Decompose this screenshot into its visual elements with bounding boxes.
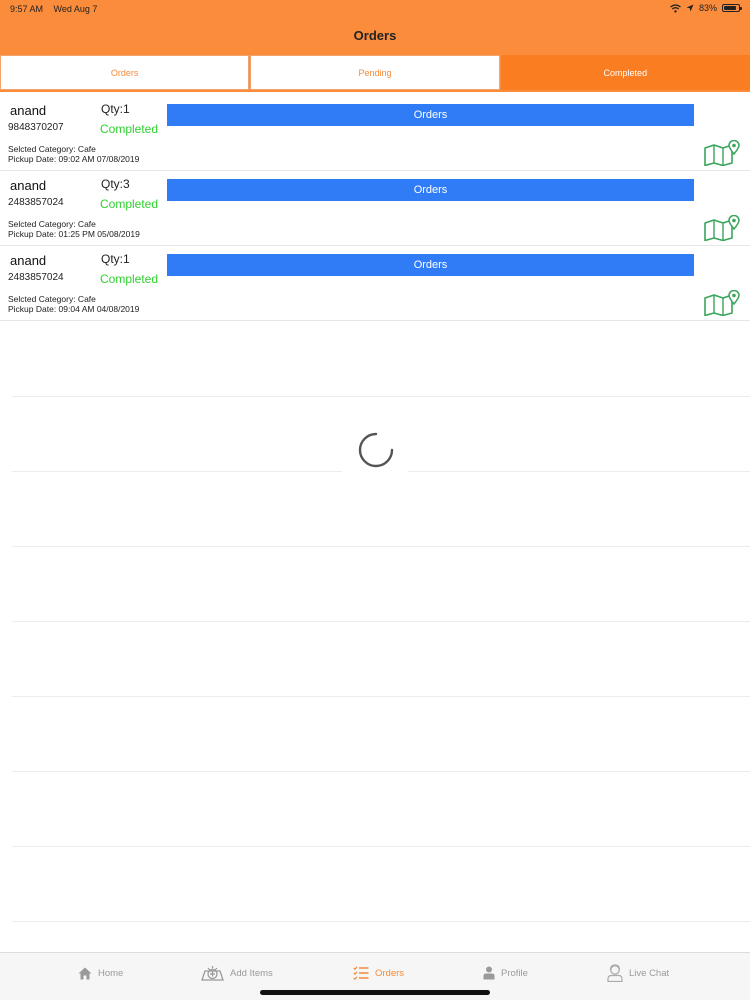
tabbar-label: Profile xyxy=(501,967,528,979)
empty-row-divider xyxy=(12,546,750,547)
status-date: Wed Aug 7 xyxy=(53,4,98,14)
orders-button[interactable]: Orders xyxy=(167,254,694,276)
tabbar-label: Add Items xyxy=(230,967,273,979)
customer-name: anand xyxy=(10,103,47,118)
battery-percent: 83% xyxy=(698,3,717,13)
add-items-icon xyxy=(201,966,224,981)
app-header: 9:57 AM Wed Aug 7 83% Orders xyxy=(0,0,750,54)
selected-category: Selcted Category: Cafe xyxy=(8,144,96,154)
wifi-icon xyxy=(670,3,681,13)
profile-icon xyxy=(483,966,495,980)
empty-row-divider xyxy=(12,471,342,472)
map-icon[interactable] xyxy=(703,290,741,316)
tabbar-label: Home xyxy=(98,967,124,979)
tabbar-label: Live Chat xyxy=(629,967,670,979)
customer-phone: 2483857024 xyxy=(8,197,64,208)
empty-row-divider xyxy=(12,921,750,922)
order-status: Completed xyxy=(100,272,159,286)
empty-row-divider xyxy=(408,471,750,472)
status-bar: 9:57 AM Wed Aug 7 83% xyxy=(0,0,750,18)
order-status: Completed xyxy=(100,197,159,211)
pickup-date: Pickup Date: 09:04 AM 04/08/2019 xyxy=(8,304,140,314)
tab-completed[interactable]: Completed xyxy=(500,55,750,90)
empty-row-divider xyxy=(12,771,750,772)
tabbar-home[interactable]: Home xyxy=(78,963,123,983)
tabbar-label: Orders xyxy=(375,967,405,979)
orders-list-icon xyxy=(353,966,369,980)
orders-button[interactable]: Orders xyxy=(167,104,694,126)
order-quantity: Qty:3 xyxy=(101,177,130,191)
tabbar-live-chat[interactable]: Live Chat xyxy=(607,963,669,983)
selected-category: Selcted Category: Cafe xyxy=(8,219,96,229)
orders-button[interactable]: Orders xyxy=(167,179,694,201)
battery-icon xyxy=(722,4,742,12)
customer-name: anand xyxy=(10,253,47,268)
map-icon[interactable] xyxy=(703,140,741,166)
selected-category: Selcted Category: Cafe xyxy=(8,294,96,304)
orders-list: anand 9848370207 Qty:1 Completed Orders … xyxy=(0,96,750,321)
empty-row-divider xyxy=(12,621,750,622)
location-arrow-icon xyxy=(686,4,694,12)
page-title: Orders xyxy=(353,28,397,43)
map-icon[interactable] xyxy=(703,215,741,241)
order-status: Completed xyxy=(100,122,159,136)
tabbar-add-items[interactable]: Add Items xyxy=(201,963,273,983)
status-time: 9:57 AM xyxy=(10,4,44,14)
order-row: anand 9848370207 Qty:1 Completed Orders … xyxy=(0,96,750,171)
order-row: anand 2483857024 Qty:3 Completed Orders … xyxy=(0,171,750,246)
tabbar-profile[interactable]: Profile xyxy=(483,963,528,983)
pickup-date: Pickup Date: 01:25 PM 05/08/2019 xyxy=(8,229,140,239)
empty-row-divider xyxy=(12,846,750,847)
order-status-tabs: Orders Pending Completed xyxy=(0,54,750,92)
order-row: anand 2483857024 Qty:1 Completed Orders … xyxy=(0,246,750,321)
battery-level xyxy=(724,6,736,10)
home-icon xyxy=(78,967,92,979)
pickup-date: Pickup Date: 09:02 AM 07/08/2019 xyxy=(8,154,140,164)
customer-phone: 9848370207 xyxy=(8,122,64,133)
tab-pending[interactable]: Pending xyxy=(250,55,500,90)
customer-phone: 2483857024 xyxy=(8,272,64,283)
empty-row-divider xyxy=(12,396,750,397)
customer-name: anand xyxy=(10,178,47,193)
tabbar-orders[interactable]: Orders xyxy=(353,963,404,983)
tab-orders[interactable]: Orders xyxy=(0,55,250,90)
order-quantity: Qty:1 xyxy=(101,252,130,266)
loading-spinner-icon xyxy=(358,432,394,468)
order-quantity: Qty:1 xyxy=(101,102,130,116)
empty-row-divider xyxy=(12,696,750,697)
home-indicator xyxy=(260,990,490,995)
live-chat-icon xyxy=(607,964,623,982)
